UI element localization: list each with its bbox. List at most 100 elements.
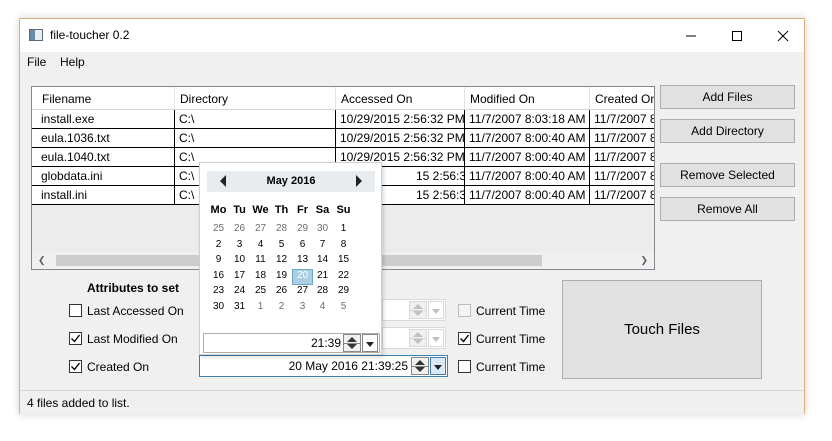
calendar-day[interactable]: 16 bbox=[208, 269, 229, 285]
last-accessed-datetime-picker[interactable] bbox=[382, 299, 446, 321]
last-accessed-current-time-label: Current Time bbox=[476, 304, 546, 318]
calendar-day[interactable]: 13 bbox=[292, 253, 313, 269]
calendar-day[interactable]: 2 bbox=[271, 300, 292, 316]
calendar-day[interactable]: 23 bbox=[208, 284, 229, 300]
close-button[interactable] bbox=[760, 19, 806, 52]
status-bar: 4 files added to list. bbox=[20, 390, 804, 414]
last-accessed-current-time-checkbox[interactable] bbox=[458, 304, 471, 317]
calendar-time-dropdown-button[interactable] bbox=[362, 334, 378, 352]
weekday-header: Mo bbox=[210, 204, 227, 216]
last-accessed-dropdown-button[interactable] bbox=[428, 301, 444, 319]
last-modified-spinner[interactable] bbox=[409, 329, 427, 347]
calendar-day[interactable]: 27 bbox=[250, 222, 271, 238]
created-spinner[interactable] bbox=[411, 357, 429, 375]
last-accessed-label: Last Accessed On bbox=[87, 304, 184, 318]
calendar-day[interactable]: 17 bbox=[229, 269, 250, 285]
calendar-day[interactable]: 27 bbox=[292, 284, 313, 300]
calendar-day[interactable]: 5 bbox=[271, 238, 292, 254]
calendar-day[interactable]: 4 bbox=[250, 238, 271, 254]
cell-created: 11/7/2007 8: bbox=[590, 129, 654, 148]
checkmark-icon bbox=[71, 334, 81, 343]
cell-created: 11/7/2007 8: bbox=[590, 186, 654, 205]
cell-modified: 11/7/2007 8:03:18 AM bbox=[465, 110, 590, 129]
calendar-day[interactable]: 18 bbox=[250, 269, 271, 285]
calendar-day[interactable]: 29 bbox=[292, 222, 313, 238]
spin-up-icon bbox=[415, 360, 425, 365]
last-modified-datetime-picker[interactable] bbox=[382, 327, 446, 349]
calendar-day[interactable]: 2 bbox=[208, 238, 229, 254]
calendar-time-picker[interactable]: 21:39 bbox=[203, 333, 380, 353]
calendar-day[interactable]: 4 bbox=[312, 300, 333, 316]
touch-files-button[interactable]: Touch Files bbox=[562, 280, 762, 379]
calendar-day[interactable]: 12 bbox=[271, 253, 292, 269]
window-title: file-toucher 0.2 bbox=[50, 28, 130, 42]
calendar-day[interactable]: 5 bbox=[333, 300, 354, 316]
weekday-header: We bbox=[252, 204, 269, 216]
minimize-button[interactable] bbox=[668, 19, 714, 52]
column-header-created[interactable]: Created On bbox=[590, 87, 654, 109]
last-modified-current-time-checkbox[interactable] bbox=[458, 332, 471, 345]
maximize-button[interactable] bbox=[714, 19, 760, 52]
calendar-day[interactable]: 28 bbox=[312, 284, 333, 300]
scroll-right-icon[interactable]: ❯ bbox=[640, 255, 648, 266]
calendar-day[interactable]: 26 bbox=[229, 222, 250, 238]
table-row[interactable]: eula.1036.txt C:\ 10/29/2015 2:56:32 PM … bbox=[32, 129, 654, 148]
calendar-popup[interactable]: May 2016 Mo Tu We Th Fr Sa Su 25 26 27 28 29 30 1 2 3 4 5… bbox=[199, 162, 382, 355]
created-datetime-picker[interactable]: 20 May 2016 21:39:25 bbox=[199, 355, 448, 377]
calendar-day[interactable]: 25 bbox=[208, 222, 229, 238]
created-dropdown-button[interactable] bbox=[430, 357, 446, 375]
menu-help[interactable]: Help bbox=[60, 55, 85, 69]
menu-bar: File Help bbox=[20, 52, 804, 73]
next-month-icon[interactable] bbox=[356, 175, 362, 187]
calendar-day[interactable]: 8 bbox=[333, 238, 354, 254]
column-header-directory[interactable]: Directory bbox=[175, 87, 336, 109]
remove-all-button[interactable]: Remove All bbox=[660, 197, 795, 221]
calendar-day[interactable]: 29 bbox=[333, 284, 354, 300]
calendar-day[interactable]: 1 bbox=[333, 222, 354, 238]
calendar-month-label[interactable]: May 2016 bbox=[207, 175, 375, 187]
calendar-day[interactable]: 19 bbox=[271, 269, 292, 285]
calendar-day[interactable]: 7 bbox=[312, 238, 333, 254]
menu-file[interactable]: File bbox=[27, 55, 46, 69]
calendar-day[interactable]: 9 bbox=[208, 253, 229, 269]
calendar-day[interactable]: 15 bbox=[333, 253, 354, 269]
calendar-time-spinner[interactable] bbox=[343, 334, 361, 352]
last-modified-dropdown-button[interactable] bbox=[428, 329, 444, 347]
calendar-day[interactable]: 3 bbox=[229, 238, 250, 254]
calendar-day[interactable]: 3 bbox=[292, 300, 313, 316]
calendar-day[interactable]: 26 bbox=[271, 284, 292, 300]
remove-selected-button[interactable]: Remove Selected bbox=[660, 163, 795, 187]
calendar-day[interactable]: 20 bbox=[292, 268, 313, 285]
created-current-time-checkbox[interactable] bbox=[458, 360, 471, 373]
cell-created: 11/7/2007 8: bbox=[590, 148, 654, 167]
last-accessed-spinner[interactable] bbox=[409, 301, 427, 319]
last-modified-checkbox[interactable] bbox=[69, 332, 82, 345]
column-header-modified[interactable]: Modified On bbox=[465, 87, 590, 109]
add-directory-button[interactable]: Add Directory bbox=[660, 119, 795, 143]
calendar-day[interactable]: 10 bbox=[229, 253, 250, 269]
created-checkbox[interactable] bbox=[69, 360, 82, 373]
cell-directory: C:\ bbox=[175, 129, 336, 148]
calendar-day[interactable]: 30 bbox=[208, 300, 229, 316]
weekday-header: Fr bbox=[297, 204, 308, 216]
calendar-header: May 2016 bbox=[207, 171, 375, 192]
calendar-day[interactable]: 24 bbox=[229, 284, 250, 300]
calendar-day[interactable]: 30 bbox=[312, 222, 333, 238]
calendar-day[interactable]: 11 bbox=[250, 253, 271, 269]
column-header-filename[interactable]: Filename bbox=[37, 87, 175, 109]
chevron-down-icon bbox=[432, 309, 440, 314]
column-header-accessed[interactable]: Accessed On bbox=[336, 87, 465, 109]
calendar-day[interactable]: 1 bbox=[250, 300, 271, 316]
add-files-button[interactable]: Add Files bbox=[660, 85, 795, 109]
table-row[interactable]: install.exe C:\ 10/29/2015 2:56:32 PM 11… bbox=[32, 110, 654, 129]
calendar-day[interactable]: 22 bbox=[333, 269, 354, 285]
scroll-left-icon[interactable]: ❮ bbox=[38, 255, 46, 266]
calendar-day[interactable]: 28 bbox=[271, 222, 292, 238]
weekday-header: Tu bbox=[233, 204, 246, 216]
last-accessed-checkbox[interactable] bbox=[69, 304, 82, 317]
calendar-day[interactable]: 6 bbox=[292, 238, 313, 254]
calendar-day[interactable]: 31 bbox=[229, 300, 250, 316]
calendar-day[interactable]: 21 bbox=[312, 269, 333, 285]
calendar-day[interactable]: 25 bbox=[250, 284, 271, 300]
calendar-day[interactable]: 14 bbox=[312, 253, 333, 269]
